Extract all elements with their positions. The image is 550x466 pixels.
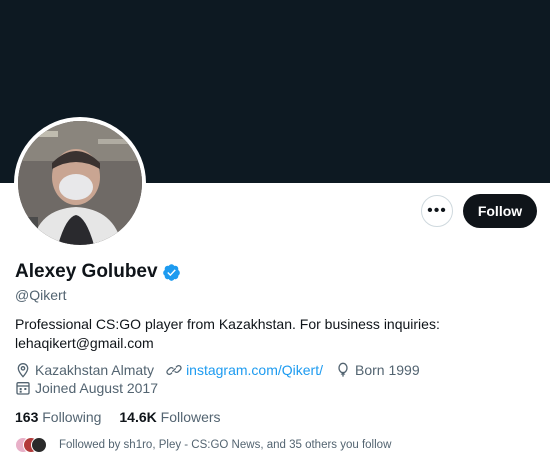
profile-name: Alexey Golubev — [15, 261, 158, 282]
followed-by-row[interactable]: Followed by sh1ro, Pley - CS:GO News, an… — [15, 437, 391, 453]
website-item[interactable]: instagram.com/Qikert/ — [166, 362, 323, 378]
following-label: Following — [42, 409, 102, 425]
followed-by-text: Followed by sh1ro, Pley - CS:GO News, an… — [59, 439, 392, 451]
link-icon — [166, 365, 182, 375]
location-pin-icon — [17, 363, 29, 378]
following-stat[interactable]: 163 Following — [15, 409, 101, 425]
followers-label: Followers — [160, 409, 221, 425]
profile-handle: @Qikert — [15, 287, 67, 303]
following-count: 163 — [15, 409, 39, 425]
followers-stat[interactable]: 14.6K Followers — [119, 409, 220, 425]
avatar-frame — [14, 117, 146, 249]
followers-count: 14.6K — [119, 409, 157, 425]
profile-meta-row-1: Kazakhstan Almaty instagram.com/Qikert/ … — [15, 362, 432, 378]
verified-badge-icon — [162, 263, 181, 282]
follower-avatars — [15, 437, 49, 453]
avatar[interactable] — [18, 121, 142, 245]
follower-avatar — [31, 437, 47, 453]
profile-meta-row-2: Joined August 2017 — [15, 380, 170, 396]
profile-name-row: Alexey Golubev — [15, 261, 181, 283]
follow-stats: 163 Following 14.6K Followers — [15, 409, 239, 425]
profile-bio: Professional CS:GO player from Kazakhsta… — [15, 316, 440, 351]
joined-item: Joined August 2017 — [15, 380, 158, 396]
follow-button[interactable]: Follow — [463, 194, 537, 228]
location-text: Kazakhstan Almaty — [35, 362, 155, 378]
joined-text: Joined August 2017 — [35, 380, 158, 396]
calendar-icon — [16, 382, 30, 395]
avatar-photo — [18, 121, 142, 245]
location-item: Kazakhstan Almaty — [15, 362, 154, 378]
birthday-item: Born 1999 — [335, 362, 420, 378]
birthday-text: Born 1999 — [355, 362, 420, 378]
birthday-balloon-icon — [338, 362, 348, 377]
more-options-button[interactable]: ••• — [421, 195, 453, 227]
website-link[interactable]: instagram.com/Qikert/ — [186, 362, 323, 378]
